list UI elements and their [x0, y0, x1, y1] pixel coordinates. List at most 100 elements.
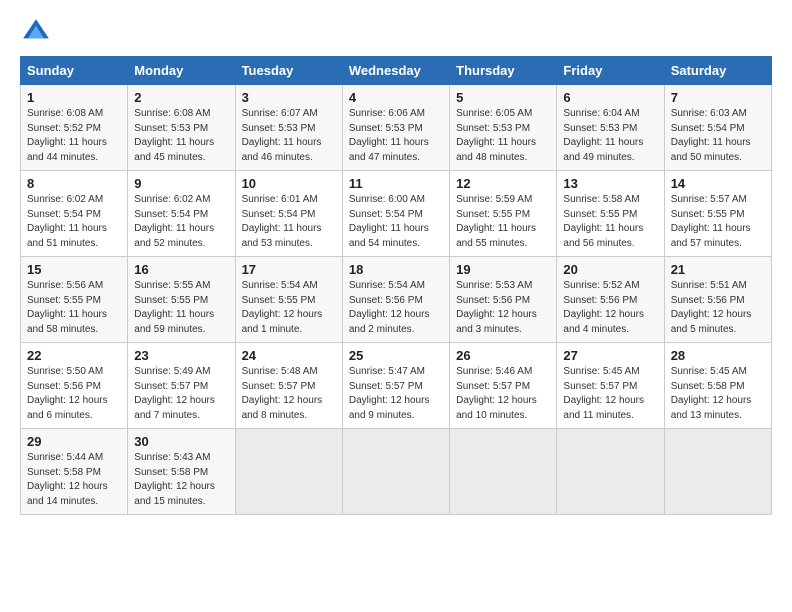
- day-number: 29: [27, 434, 121, 449]
- day-info: Sunrise: 5:43 AMSunset: 5:58 PMDaylight:…: [134, 451, 228, 509]
- calendar-week-1: 1Sunrise: 6:08 AMSunset: 5:52 PMDaylight…: [21, 85, 772, 171]
- logo: [20, 16, 56, 48]
- calendar-cell: 27 Sunrise: 5:45 AMSunset: 5:57 PMDayligh…: [557, 343, 664, 429]
- day-number: 25: [349, 348, 443, 363]
- calendar-cell: 12Sunrise: 5:59 AMSunset: 5:55 PMDayligh…: [450, 171, 557, 257]
- day-info: Sunrise: 6:07 AMSunset: 5:53 PMDaylight:…: [242, 107, 336, 165]
- col-header-wednesday: Wednesday: [342, 57, 449, 85]
- day-info: Sunrise: 5:50 AMSunset: 5:56 PMDaylight:…: [27, 365, 121, 423]
- calendar-header-row: SundayMondayTuesdayWednesdayThursdayFrid…: [21, 57, 772, 85]
- day-number: 3: [242, 90, 336, 105]
- calendar-cell: 20 Sunrise: 5:52 AMSunset: 5:56 PMDayligh…: [557, 257, 664, 343]
- day-number: 20: [563, 262, 657, 277]
- calendar-week-3: 15 Sunrise: 5:56 AMSunset: 5:55 PMDayligh…: [21, 257, 772, 343]
- calendar-cell: [664, 429, 771, 515]
- calendar-cell: 25 Sunrise: 5:47 AMSunset: 5:57 PMDayligh…: [342, 343, 449, 429]
- calendar-cell: 4Sunrise: 6:06 AMSunset: 5:53 PMDaylight…: [342, 85, 449, 171]
- day-info: Sunrise: 5:53 AMSunset: 5:56 PMDaylight:…: [456, 279, 550, 337]
- calendar-week-2: 8Sunrise: 6:02 AMSunset: 5:54 PMDaylight…: [21, 171, 772, 257]
- day-info: Sunrise: 5:58 AMSunset: 5:55 PMDaylight:…: [563, 193, 657, 251]
- day-info: Sunrise: 5:51 AMSunset: 5:56 PMDaylight:…: [671, 279, 765, 337]
- day-info: Sunrise: 6:06 AMSunset: 5:53 PMDaylight:…: [349, 107, 443, 165]
- day-info: Sunrise: 5:48 AMSunset: 5:57 PMDaylight:…: [242, 365, 336, 423]
- day-info: Sunrise: 6:02 AMSunset: 5:54 PMDaylight:…: [134, 193, 228, 251]
- day-number: 5: [456, 90, 550, 105]
- col-header-sunday: Sunday: [21, 57, 128, 85]
- calendar-cell: 13 Sunrise: 5:58 AMSunset: 5:55 PMDayligh…: [557, 171, 664, 257]
- day-number: 14: [671, 176, 765, 191]
- calendar-cell: 17 Sunrise: 5:54 AMSunset: 5:55 PMDayligh…: [235, 257, 342, 343]
- day-info: Sunrise: 5:47 AMSunset: 5:57 PMDaylight:…: [349, 365, 443, 423]
- day-number: 19: [456, 262, 550, 277]
- calendar-cell: 29 Sunrise: 5:44 AMSunset: 5:58 PMDayligh…: [21, 429, 128, 515]
- calendar-cell: 18Sunrise: 5:54 AMSunset: 5:56 PMDayligh…: [342, 257, 449, 343]
- day-number: 15: [27, 262, 121, 277]
- calendar-week-4: 22 Sunrise: 5:50 AMSunset: 5:56 PMDayligh…: [21, 343, 772, 429]
- calendar-cell: [235, 429, 342, 515]
- calendar-table: SundayMondayTuesdayWednesdayThursdayFrid…: [20, 56, 772, 515]
- calendar-cell: 28 Sunrise: 5:45 AMSunset: 5:58 PMDayligh…: [664, 343, 771, 429]
- day-info: Sunrise: 5:46 AMSunset: 5:57 PMDaylight:…: [456, 365, 550, 423]
- day-number: 27: [563, 348, 657, 363]
- calendar-cell: 24 Sunrise: 5:48 AMSunset: 5:57 PMDayligh…: [235, 343, 342, 429]
- calendar-cell: 22 Sunrise: 5:50 AMSunset: 5:56 PMDayligh…: [21, 343, 128, 429]
- day-number: 17: [242, 262, 336, 277]
- calendar-cell: 26 Sunrise: 5:46 AMSunset: 5:57 PMDayligh…: [450, 343, 557, 429]
- calendar-cell: 1Sunrise: 6:08 AMSunset: 5:52 PMDaylight…: [21, 85, 128, 171]
- calendar-cell: 14 Sunrise: 5:57 AMSunset: 5:55 PMDayligh…: [664, 171, 771, 257]
- calendar-cell: 3 Sunrise: 6:07 AMSunset: 5:53 PMDaylight…: [235, 85, 342, 171]
- day-info: Sunrise: 5:45 AMSunset: 5:57 PMDaylight:…: [563, 365, 657, 423]
- day-info: Sunrise: 5:55 AMSunset: 5:55 PMDaylight:…: [134, 279, 228, 337]
- calendar-cell: 8Sunrise: 6:02 AMSunset: 5:54 PMDaylight…: [21, 171, 128, 257]
- day-number: 1: [27, 90, 121, 105]
- logo-icon: [20, 16, 52, 48]
- day-info: Sunrise: 6:00 AMSunset: 5:54 PMDaylight:…: [349, 193, 443, 251]
- calendar-cell: 2 Sunrise: 6:08 AMSunset: 5:53 PMDaylight…: [128, 85, 235, 171]
- calendar-cell: 7 Sunrise: 6:03 AMSunset: 5:54 PMDaylight…: [664, 85, 771, 171]
- day-number: 6: [563, 90, 657, 105]
- day-number: 16: [134, 262, 228, 277]
- day-number: 28: [671, 348, 765, 363]
- day-info: Sunrise: 5:52 AMSunset: 5:56 PMDaylight:…: [563, 279, 657, 337]
- calendar-cell: 6Sunrise: 6:04 AMSunset: 5:53 PMDaylight…: [557, 85, 664, 171]
- calendar-week-5: 29 Sunrise: 5:44 AMSunset: 5:58 PMDayligh…: [21, 429, 772, 515]
- calendar-cell: [557, 429, 664, 515]
- day-number: 22: [27, 348, 121, 363]
- calendar-cell: 19 Sunrise: 5:53 AMSunset: 5:56 PMDayligh…: [450, 257, 557, 343]
- col-header-monday: Monday: [128, 57, 235, 85]
- day-number: 26: [456, 348, 550, 363]
- day-number: 30: [134, 434, 228, 449]
- day-number: 21: [671, 262, 765, 277]
- col-header-tuesday: Tuesday: [235, 57, 342, 85]
- calendar-cell: 15 Sunrise: 5:56 AMSunset: 5:55 PMDayligh…: [21, 257, 128, 343]
- col-header-friday: Friday: [557, 57, 664, 85]
- day-number: 2: [134, 90, 228, 105]
- calendar-cell: 5 Sunrise: 6:05 AMSunset: 5:53 PMDaylight…: [450, 85, 557, 171]
- day-number: 10: [242, 176, 336, 191]
- day-info: Sunrise: 6:05 AMSunset: 5:53 PMDaylight:…: [456, 107, 550, 165]
- day-info: Sunrise: 5:49 AMSunset: 5:57 PMDaylight:…: [134, 365, 228, 423]
- col-header-saturday: Saturday: [664, 57, 771, 85]
- calendar-cell: 9 Sunrise: 6:02 AMSunset: 5:54 PMDaylight…: [128, 171, 235, 257]
- day-info: Sunrise: 5:44 AMSunset: 5:58 PMDaylight:…: [27, 451, 121, 509]
- day-info: Sunrise: 5:54 AMSunset: 5:55 PMDaylight:…: [242, 279, 336, 337]
- day-number: 11: [349, 176, 443, 191]
- calendar-cell: 10 Sunrise: 6:01 AMSunset: 5:54 PMDayligh…: [235, 171, 342, 257]
- day-number: 24: [242, 348, 336, 363]
- calendar-cell: 30 Sunrise: 5:43 AMSunset: 5:58 PMDayligh…: [128, 429, 235, 515]
- calendar-cell: 11 Sunrise: 6:00 AMSunset: 5:54 PMDayligh…: [342, 171, 449, 257]
- day-number: 13: [563, 176, 657, 191]
- calendar-cell: [342, 429, 449, 515]
- col-header-thursday: Thursday: [450, 57, 557, 85]
- calendar-cell: 21 Sunrise: 5:51 AMSunset: 5:56 PMDayligh…: [664, 257, 771, 343]
- day-number: 7: [671, 90, 765, 105]
- day-info: Sunrise: 5:56 AMSunset: 5:55 PMDaylight:…: [27, 279, 121, 337]
- day-info: Sunrise: 6:03 AMSunset: 5:54 PMDaylight:…: [671, 107, 765, 165]
- day-info: Sunrise: 6:08 AMSunset: 5:53 PMDaylight:…: [134, 107, 228, 165]
- calendar-cell: 23Sunrise: 5:49 AMSunset: 5:57 PMDayligh…: [128, 343, 235, 429]
- day-number: 9: [134, 176, 228, 191]
- day-info: Sunrise: 6:01 AMSunset: 5:54 PMDaylight:…: [242, 193, 336, 251]
- day-info: Sunrise: 5:45 AMSunset: 5:58 PMDaylight:…: [671, 365, 765, 423]
- day-info: Sunrise: 5:57 AMSunset: 5:55 PMDaylight:…: [671, 193, 765, 251]
- day-number: 18: [349, 262, 443, 277]
